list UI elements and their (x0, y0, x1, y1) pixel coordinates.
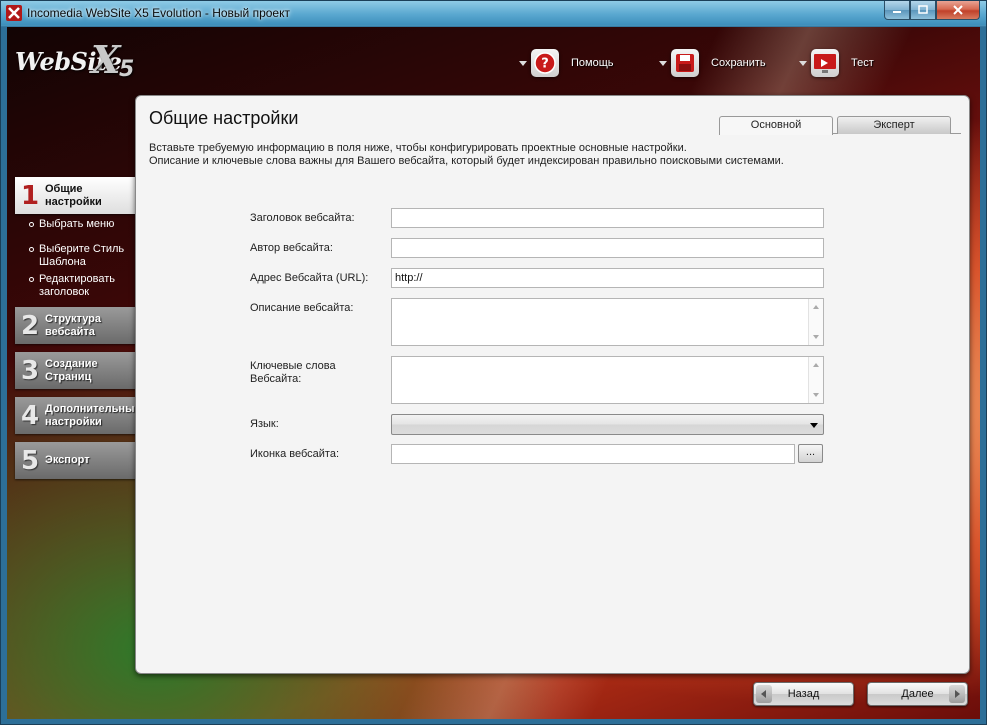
language-select[interactable] (391, 414, 824, 435)
bullet-icon (29, 277, 34, 282)
save-icon[interactable] (671, 49, 699, 77)
description-scrollbar[interactable] (808, 299, 823, 345)
close-button[interactable] (936, 1, 980, 20)
site-title-input[interactable] (391, 208, 824, 228)
maximize-button[interactable] (910, 1, 936, 20)
minimize-icon (893, 11, 901, 13)
page-title: Общие настройки (149, 108, 299, 128)
browse-button[interactable]: ... (798, 444, 823, 463)
site-keywords-textarea[interactable] (391, 356, 824, 404)
scroll-down-icon[interactable] (813, 335, 819, 339)
close-icon (953, 5, 963, 15)
save-toolbar-item[interactable]: Сохранить (659, 47, 766, 79)
help-icon[interactable]: ? (531, 49, 559, 77)
tab-bar: Основной Эксперт (719, 116, 961, 135)
step-create-pages[interactable]: 3 Создание Страниц (15, 352, 143, 389)
save-label[interactable]: Сохранить (711, 57, 766, 69)
save-dropdown-arrow-icon[interactable] (659, 60, 667, 66)
site-icon-label: Иконка вебсайта: (250, 448, 340, 460)
chevron-down-icon[interactable] (810, 423, 818, 428)
description-line: Описание и ключевые слова важны для Ваше… (149, 155, 784, 167)
site-keywords-label: Ключевые слова Вебсайта: (250, 360, 336, 385)
app-surface: WebSite X 5 ? Помощь Сохранить Тест 1 Об… (7, 27, 980, 719)
step-label: Общие настройки (45, 182, 102, 208)
step-label: Экспорт (45, 454, 90, 466)
step-number: 2 (20, 310, 40, 341)
test-dropdown-arrow-icon[interactable] (799, 60, 807, 66)
chevron-left-icon (756, 685, 772, 703)
step-number: 5 (20, 445, 40, 476)
step-label: Создание Страниц (45, 357, 98, 383)
substep-label: Выбрать меню (39, 218, 115, 230)
svg-text:?: ? (541, 57, 549, 72)
step-site-structure[interactable]: 2 Структура вебсайта (15, 307, 143, 344)
test-toolbar-item[interactable]: Тест (799, 47, 874, 79)
app-icon (6, 5, 22, 21)
back-button[interactable]: Назад (753, 682, 854, 706)
site-description-textarea[interactable] (391, 298, 824, 346)
tab-basic[interactable]: Основной (719, 116, 833, 135)
keywords-scrollbar[interactable] (808, 357, 823, 403)
site-title-label: Заголовок вебсайта: (250, 212, 355, 224)
settings-panel: Общие настройки Основной Эксперт Вставьт… (135, 95, 970, 674)
test-label[interactable]: Тест (851, 57, 874, 69)
scroll-down-icon[interactable] (813, 393, 819, 397)
site-url-input[interactable]: http:// (391, 268, 824, 288)
step-number: 1 (20, 180, 40, 211)
maximize-icon (918, 5, 928, 14)
substep-label: Выберите Стиль Шаблона (39, 243, 125, 268)
description-line: Вставьте требуемую информацию в поля ниж… (149, 142, 687, 154)
step-advanced-settings[interactable]: 4 Дополнительные настройки (15, 397, 143, 434)
bullet-icon (29, 222, 34, 227)
application-window: Incomedia WebSite X5 Evolution - Новый п… (0, 0, 987, 725)
window-title: Incomedia WebSite X5 Evolution - Новый п… (27, 6, 290, 20)
help-label[interactable]: Помощь (571, 57, 614, 69)
wizard-steps: 1 Общие настройки Выбрать меню Выберите … (15, 177, 143, 487)
substep-edit-header[interactable]: Редактировать заголовок (15, 273, 143, 299)
step-number: 4 (20, 400, 40, 431)
substep-label: Редактировать заголовок (39, 273, 115, 298)
window-controls (884, 1, 980, 20)
substep-choose-menu[interactable]: Выбрать меню (15, 218, 143, 231)
site-url-label: Адрес Вебсайта (URL): (250, 272, 369, 284)
next-button[interactable]: Далее (867, 682, 968, 706)
brand-version-mark: 5 (119, 57, 135, 82)
language-label: Язык: (250, 418, 279, 430)
substep-choose-template[interactable]: Выберите Стиль Шаблона (15, 243, 143, 269)
brand-logo: WebSite X 5 (15, 37, 145, 87)
help-dropdown-arrow-icon[interactable] (519, 60, 527, 66)
scroll-up-icon[interactable] (813, 305, 819, 309)
scroll-up-icon[interactable] (813, 363, 819, 367)
title-bar[interactable]: Incomedia WebSite X5 Evolution - Новый п… (1, 1, 986, 25)
bullet-icon (29, 247, 34, 252)
site-description-label: Описание вебсайта: (250, 302, 354, 314)
chevron-right-icon (949, 685, 965, 703)
site-author-input[interactable] (391, 238, 824, 258)
step-export[interactable]: 5 Экспорт (15, 442, 143, 479)
site-author-label: Автор вебсайта: (250, 242, 333, 254)
panel-description: Вставьте требуемую информацию в поля ниж… (149, 142, 949, 168)
step-number: 3 (20, 355, 40, 386)
tab-expert[interactable]: Эксперт (837, 116, 951, 134)
next-label: Далее (901, 688, 934, 700)
back-label: Назад (787, 688, 820, 700)
step-label: Структура вебсайта (45, 312, 101, 338)
step-1-substeps: Выбрать меню Выберите Стиль Шаблона Реда… (15, 218, 143, 299)
minimize-button[interactable] (884, 1, 910, 20)
step-general-settings[interactable]: 1 Общие настройки (15, 177, 143, 214)
help-toolbar-item[interactable]: ? Помощь (519, 47, 614, 79)
brand-x-mark: X (91, 37, 121, 82)
step-label: Дополнительные настройки (45, 402, 141, 428)
site-icon-input[interactable] (391, 444, 795, 464)
monitor-icon[interactable] (811, 49, 839, 77)
